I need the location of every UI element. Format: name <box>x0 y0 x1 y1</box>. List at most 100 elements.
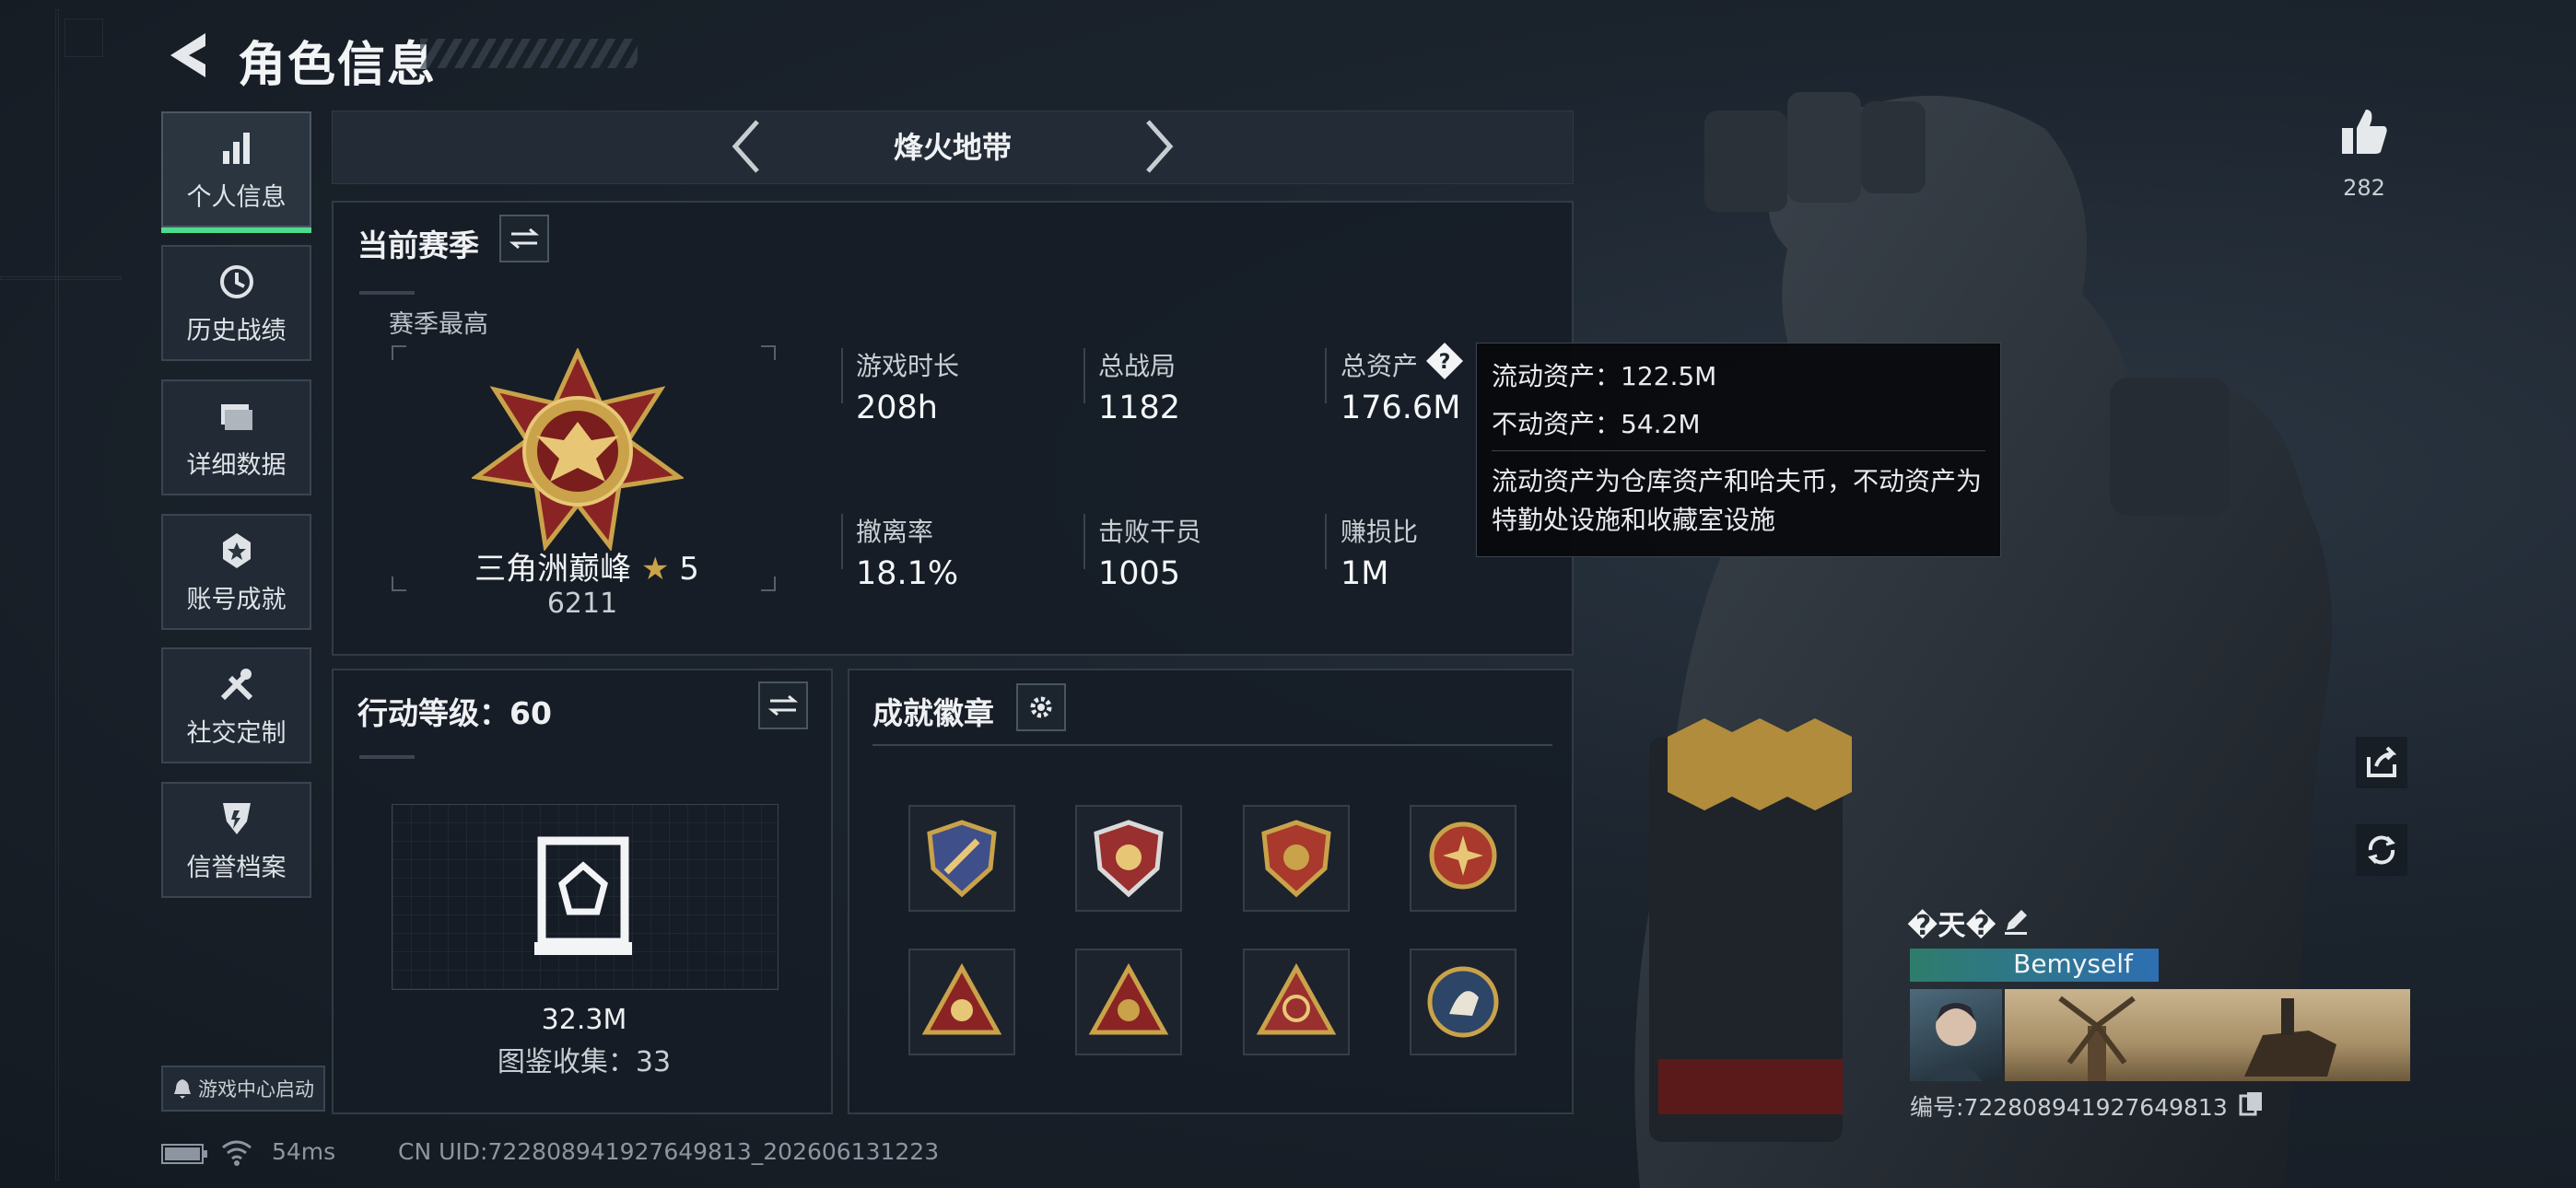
share-button[interactable] <box>2356 737 2407 788</box>
sidebar-item-label: 账号成就 <box>186 585 287 614</box>
stat-value-assets: 176.6M <box>1341 390 1461 426</box>
sidebar-item-label: 社交定制 <box>186 718 287 748</box>
triangle-badge-icon <box>1256 962 1337 1035</box>
round-badge-icon <box>1427 966 1499 1038</box>
ping-value: 54ms <box>272 1138 336 1165</box>
share-icon <box>2367 746 2397 777</box>
copy-icon[interactable] <box>2239 1090 2265 1118</box>
like-count: 282 <box>2343 175 2385 201</box>
player-tag: Bemyself <box>2013 949 2133 979</box>
stat-value-matches: 1182 <box>1098 390 1181 426</box>
divider <box>841 348 843 403</box>
action-switch-button[interactable] <box>758 681 808 729</box>
mode-title: 烽火地带 <box>893 130 1012 165</box>
assets-tooltip: 流动资产：122.5M 不动资产：54.2M 流动资产为仓库资产和哈夫币，不动资… <box>1476 343 2001 557</box>
shield-badge-icon <box>927 820 997 898</box>
deco-line <box>359 755 415 759</box>
rank-name: 三角洲巅峰 <box>474 551 632 588</box>
sidebar-item-label: 个人信息 <box>186 182 287 212</box>
swap-icon <box>768 694 798 716</box>
wifi-icon <box>222 1140 252 1166</box>
season-switch-button[interactable] <box>499 215 549 262</box>
svg-text:?: ? <box>1439 351 1451 374</box>
stat-label-profit-ratio: 赚损比 <box>1341 517 1419 547</box>
rank-stars: 5 <box>679 551 699 588</box>
shield-badge-icon <box>1261 820 1331 898</box>
sidebar-item-personal-info[interactable]: 个人信息 <box>161 111 311 233</box>
stat-label-playtime: 游戏时长 <box>856 351 960 381</box>
edit-icon[interactable] <box>2001 906 2031 936</box>
history-icon <box>219 264 253 298</box>
sidebar-item-history[interactable]: 历史战绩 <box>161 245 311 361</box>
rotate-button[interactable] <box>2356 824 2407 876</box>
player-avatar[interactable] <box>1910 989 2002 1081</box>
back-arrow-icon[interactable] <box>161 28 217 83</box>
next-mode-arrow[interactable] <box>1141 118 1177 184</box>
thumbs-up-icon[interactable] <box>2338 106 2390 157</box>
avatar-portrait-icon <box>1930 1003 1982 1081</box>
sidebar-item-label: 详细数据 <box>186 450 287 480</box>
question-icon: ? <box>1426 343 1463 379</box>
triangle-badge-icon <box>1088 962 1169 1035</box>
frame-corner <box>761 577 776 591</box>
player-card-banner <box>2005 989 2410 1081</box>
deco-line <box>0 276 122 280</box>
stat-label-kills: 击败干员 <box>1098 517 1202 547</box>
divider <box>1083 348 1085 403</box>
stat-label-matches: 总战局 <box>1098 351 1177 381</box>
battery-icon <box>161 1144 207 1164</box>
achievement-icon <box>222 532 251 568</box>
achievement-badge[interactable] <box>1243 805 1350 912</box>
achievement-badge[interactable] <box>908 949 1015 1055</box>
page-title: 角色信息 <box>238 38 438 93</box>
achievement-badge[interactable] <box>1075 805 1182 912</box>
stat-value-profit-ratio: 1M <box>1341 555 1389 592</box>
divider <box>872 744 1552 746</box>
frame-corner <box>392 345 406 360</box>
tooltip-fixed-assets: 不动资产：54.2M <box>1492 409 1701 439</box>
achievement-badge[interactable] <box>1243 949 1350 1055</box>
stat-label-extract-rate: 撤离率 <box>856 517 934 547</box>
sidebar-item-reputation[interactable]: 信誉档案 <box>161 782 311 898</box>
rank-emblem-icon <box>472 348 684 551</box>
sidebar-item-achievements[interactable]: 账号成就 <box>161 514 311 630</box>
bell-icon <box>174 1079 191 1099</box>
action-level-title: 行动等级：60 <box>357 695 552 731</box>
rank-score: 6211 <box>546 588 618 620</box>
sidebar-item-social[interactable]: 社交定制 <box>161 647 311 763</box>
achievement-badge[interactable] <box>1410 805 1516 912</box>
swap-icon <box>509 227 539 250</box>
achievement-badge[interactable] <box>908 805 1015 912</box>
frame-corner <box>392 577 406 591</box>
rank-name-row: 三角洲巅峰 ★ 5 <box>472 543 702 588</box>
sidebar-item-label: 历史战绩 <box>186 316 287 345</box>
round-badge-icon <box>1429 821 1497 890</box>
uid-text: CN UID:722808941927649813_202606131223 <box>398 1138 940 1165</box>
sidebar-item-details[interactable]: 详细数据 <box>161 379 311 495</box>
collection-value: 32.3M <box>541 1004 627 1036</box>
achievement-badge[interactable] <box>1410 949 1516 1055</box>
divider <box>1325 348 1327 403</box>
divider <box>841 514 843 569</box>
windmill-knight-illustration <box>2058 996 2336 1081</box>
achievement-badge[interactable] <box>1075 949 1182 1055</box>
tooltip-description: 流动资产为仓库资产和哈夫币，不动资产为特勤处设施和收藏室设施 <box>1492 466 1983 535</box>
triangle-badge-icon <box>921 962 1002 1035</box>
game-center-launch-button[interactable]: 游戏中心启动 <box>161 1066 325 1112</box>
deco-line <box>55 9 59 1181</box>
folder-icon <box>220 403 252 430</box>
title-stripe-decoration <box>420 39 638 68</box>
deco-line <box>359 291 415 295</box>
stat-value-kills: 1005 <box>1098 555 1181 592</box>
season-title: 当前赛季 <box>357 227 479 263</box>
chevron-right-icon <box>1146 120 1174 173</box>
reputation-icon <box>222 802 251 834</box>
badges-settings-button[interactable] <box>1016 683 1066 731</box>
star-icon: ★ <box>640 551 670 588</box>
assets-help-button[interactable]: ? <box>1424 341 1465 381</box>
divider <box>1325 514 1327 569</box>
player-id: 编号:722808941927649813 <box>1910 1094 2228 1121</box>
season-best-label: 赛季最高 <box>389 310 488 339</box>
tooltip-liquid-assets: 流动资产：122.5M <box>1492 361 1717 391</box>
launch-label: 游戏中心启动 <box>198 1078 314 1101</box>
